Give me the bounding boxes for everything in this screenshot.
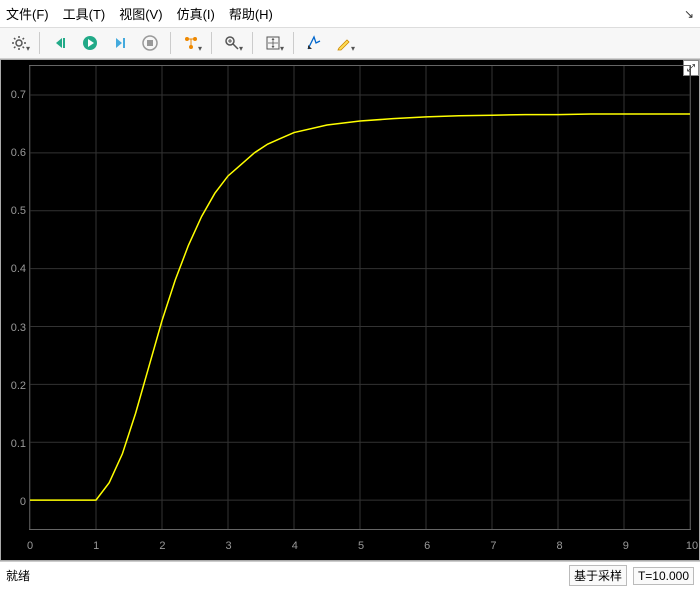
menu-bar: 文件(F) 工具(T) 视图(V) 仿真(I) 帮助(H) ↘ — [0, 0, 700, 28]
x-tick-label: 6 — [424, 540, 430, 552]
y-tick-label: 0.7 — [1, 89, 26, 101]
signal-icon — [183, 35, 199, 51]
y-tick-label: 0.1 — [1, 438, 26, 450]
autoscale-icon — [265, 35, 281, 51]
status-bar: 就绪 基于采样 T=10.000 — [0, 561, 700, 589]
x-tick-label: 8 — [557, 540, 563, 552]
cursor-icon — [306, 35, 322, 51]
x-tick-label: 9 — [623, 540, 629, 552]
y-tick-label: 0.2 — [1, 380, 26, 392]
scope-plot: ⤢ 00.10.20.30.40.50.60.7 012345678910 — [0, 59, 700, 561]
menu-file[interactable]: 文件(F) — [6, 4, 49, 23]
x-tick-label: 4 — [292, 540, 298, 552]
highlight-icon — [336, 35, 352, 51]
y-tick-label: 0.3 — [1, 322, 26, 334]
y-tick-label: 0 — [1, 496, 26, 508]
autoscale-button[interactable] — [260, 31, 286, 55]
config-button[interactable] — [6, 31, 32, 55]
x-tick-label: 7 — [490, 540, 496, 552]
menu-simulation[interactable]: 仿真(I) — [177, 4, 215, 23]
step-back-button[interactable] — [47, 31, 73, 55]
toolbar — [0, 28, 700, 59]
stop-icon — [142, 35, 158, 51]
menu-help[interactable]: 帮助(H) — [229, 4, 273, 23]
zoom-button[interactable] — [219, 31, 245, 55]
run-button[interactable] — [77, 31, 103, 55]
y-tick-label: 0.4 — [1, 263, 26, 275]
x-tick-label: 1 — [93, 540, 99, 552]
menu-tools[interactable]: 工具(T) — [63, 4, 106, 23]
stop-button[interactable] — [137, 31, 163, 55]
zoom-icon — [224, 35, 240, 51]
step-forward-icon — [112, 35, 128, 51]
plot-axes[interactable] — [29, 65, 691, 530]
y-tick-label: 0.6 — [1, 147, 26, 159]
step-back-icon — [52, 35, 68, 51]
cursor-measure-button[interactable] — [301, 31, 327, 55]
x-tick-label: 10 — [686, 540, 698, 552]
gear-icon — [11, 35, 27, 51]
dock-icon[interactable]: ↘ — [684, 7, 694, 21]
signal-selector-button[interactable] — [178, 31, 204, 55]
menu-view[interactable]: 视图(V) — [119, 4, 162, 23]
status-ready: 就绪 — [6, 567, 30, 584]
x-tick-label: 0 — [27, 540, 33, 552]
x-tick-label: 5 — [358, 540, 364, 552]
status-time: T=10.000 — [633, 567, 694, 585]
highlight-button[interactable] — [331, 31, 357, 55]
x-tick-label: 3 — [226, 540, 232, 552]
status-mode: 基于采样 — [569, 565, 627, 586]
play-icon — [82, 35, 98, 51]
x-tick-label: 2 — [159, 540, 165, 552]
step-forward-button[interactable] — [107, 31, 133, 55]
y-tick-label: 0.5 — [1, 205, 26, 217]
